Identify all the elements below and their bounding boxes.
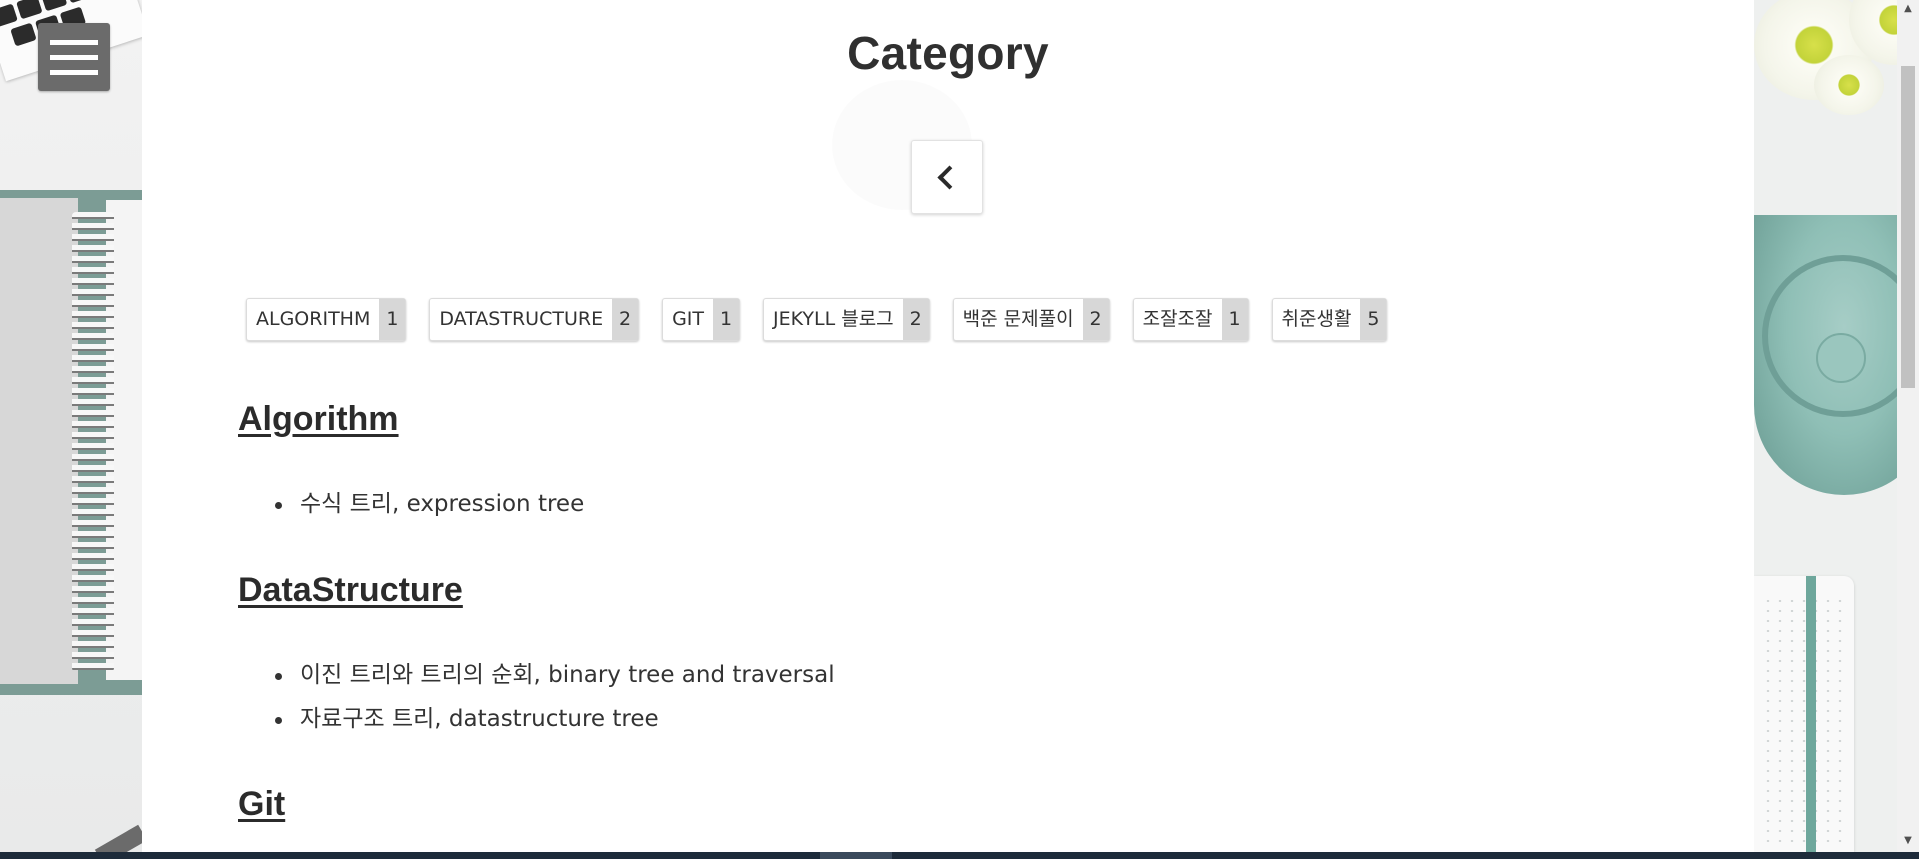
tag-count: 2 [612, 299, 639, 340]
scroll-down-arrow-icon[interactable]: ▼ [1897, 832, 1919, 850]
section-heading-git[interactable]: Git [238, 785, 285, 824]
tag-job-hunting[interactable]: 취준생활 5 [1271, 298, 1388, 341]
tag-git[interactable]: GIT 1 [662, 298, 741, 341]
tag-count: 2 [1082, 299, 1109, 340]
tag-label: DATASTRUCTURE [439, 308, 604, 330]
tag-datastructure[interactable]: DATASTRUCTURE 2 [429, 298, 640, 341]
tag-count: 1 [713, 299, 740, 340]
post-link[interactable]: 이진 트리와 트리의 순회, binary tree and traversal [275, 660, 835, 704]
section-heading-datastructure[interactable]: DataStructure [238, 571, 463, 610]
tag-label: 취준생활 [1281, 308, 1352, 330]
tag-baekjoon-problems[interactable]: 백준 문제풀이 2 [952, 298, 1110, 341]
scroll-up-arrow-icon[interactable]: ▲ [1897, 0, 1919, 18]
post-list-algorithm: 수식 트리, expression tree [238, 489, 584, 533]
tag-algorithm[interactable]: ALGORITHM 1 [246, 298, 407, 341]
taskbar-item[interactable] [820, 852, 892, 859]
post-list-datastructure: 이진 트리와 트리의 순회, binary tree and traversal… [238, 660, 835, 748]
notepad-image [1754, 576, 1854, 852]
notebook-image [0, 190, 142, 695]
back-button[interactable] [911, 140, 983, 214]
tag-label: JEKYLL 블로그 [773, 308, 894, 330]
vertical-scrollbar[interactable]: ▲ ▼ [1897, 0, 1919, 852]
post-link[interactable]: 자료구조 트리, datastructure tree [275, 704, 835, 748]
tag-count: 2 [902, 299, 929, 340]
page-title: Category [847, 27, 1049, 79]
taskbar [0, 852, 1919, 859]
tag-label: 백준 문제풀이 [962, 308, 1074, 330]
menu-button[interactable] [38, 23, 110, 91]
tag-label: 조잘조잘 [1142, 308, 1213, 330]
chevron-left-icon [937, 165, 962, 190]
tag-count: 5 [1360, 299, 1387, 340]
tag-chatter[interactable]: 조잘조잘 1 [1132, 298, 1249, 341]
tag-jekyll-blog[interactable]: JEKYLL 블로그 2 [763, 298, 930, 341]
tag-count: 1 [379, 299, 406, 340]
tag-label: ALGORITHM [256, 308, 371, 330]
post-link[interactable]: 수식 트리, expression tree [274, 489, 584, 533]
tag-label: GIT [672, 308, 705, 330]
background-left-decoration [0, 0, 142, 852]
scroll-thumb[interactable] [1901, 66, 1915, 388]
background-right-decoration [1754, 0, 1919, 852]
tag-count: 1 [1221, 299, 1248, 340]
content-panel: Category ALGORITHM 1 DATASTRUCTURE 2 GIT… [142, 0, 1754, 852]
section-heading-algorithm[interactable]: Algorithm [238, 400, 399, 439]
tag-list: ALGORITHM 1 DATASTRUCTURE 2 GIT 1 JEKYLL… [246, 298, 1410, 343]
teapot-image [1754, 215, 1919, 495]
